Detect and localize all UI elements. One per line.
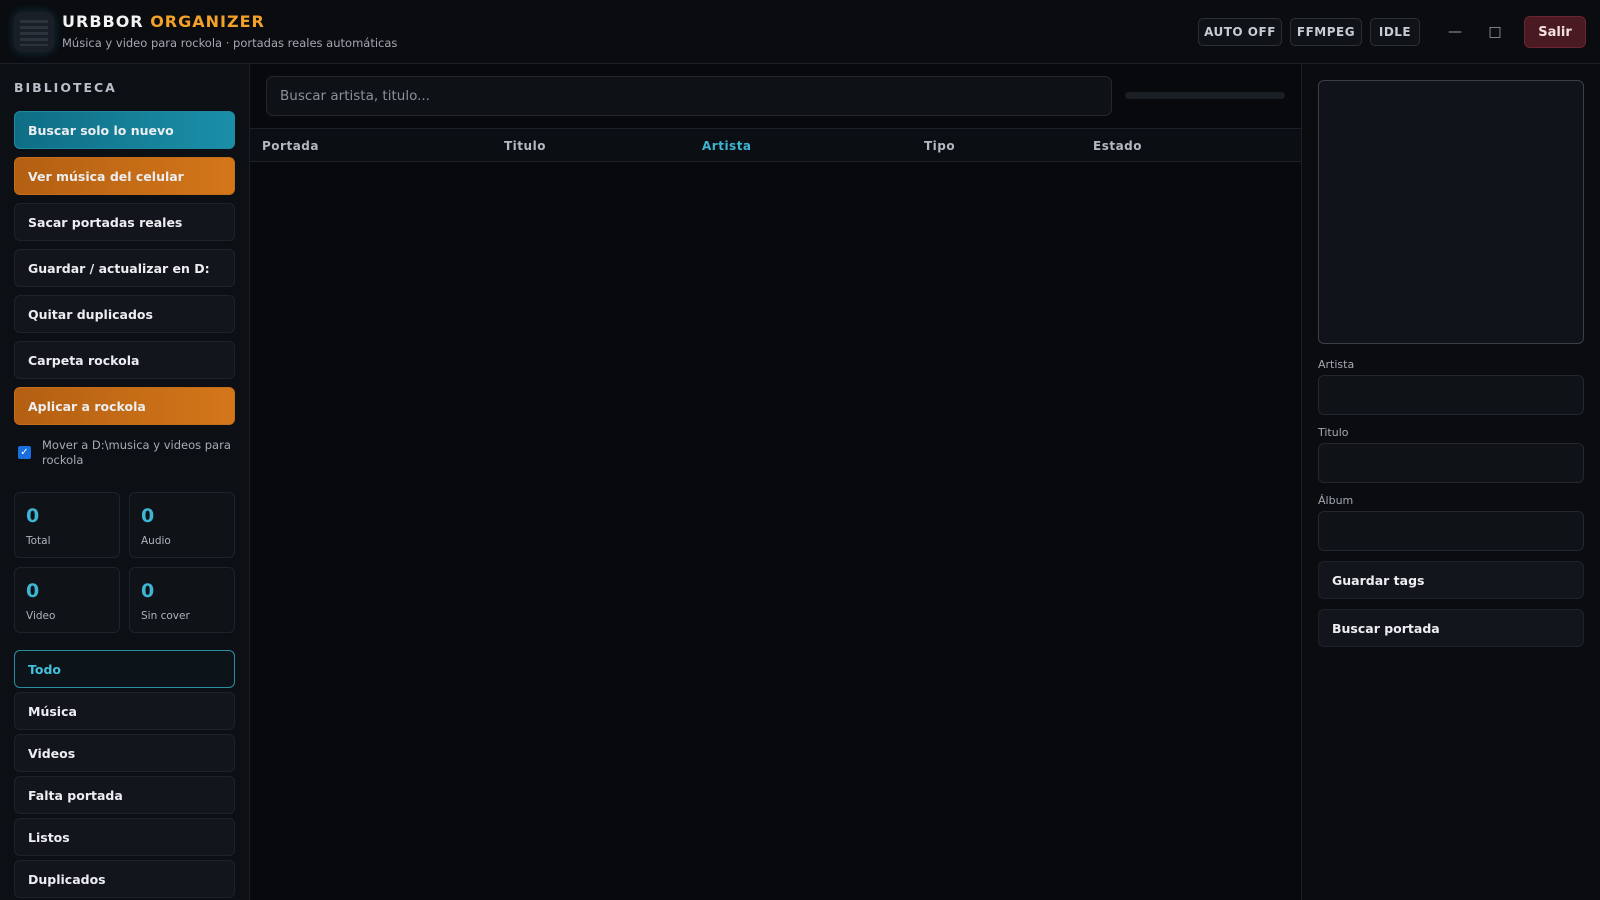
stat-value: 0 bbox=[141, 505, 155, 527]
apply-jukebox-button[interactable]: Aplicar a rockola bbox=[14, 387, 235, 425]
title-field-label: Titulo bbox=[1318, 426, 1349, 439]
filter-missing-cover[interactable]: Falta portada bbox=[14, 776, 235, 814]
app-title-part1: URBBOR bbox=[62, 12, 144, 31]
column-header-status[interactable]: Estado bbox=[1093, 139, 1142, 153]
app-header: URBBOR ORGANIZER Música y video para roc… bbox=[0, 0, 1600, 64]
move-checkbox-label: Mover a D:\musica y videos para rockola bbox=[42, 438, 231, 467]
column-header-cover[interactable]: Portada bbox=[262, 139, 319, 153]
save-update-button[interactable]: Guardar / actualizar en D: bbox=[14, 249, 235, 287]
sidebar: BIBLIOTECA Buscar solo lo nuevo Ver músi… bbox=[0, 64, 250, 900]
exit-button[interactable]: Salir bbox=[1524, 16, 1586, 48]
filter-ready[interactable]: Listos bbox=[14, 818, 235, 856]
app-title: URBBOR ORGANIZER bbox=[62, 12, 265, 31]
maximize-icon[interactable]: □ bbox=[1483, 20, 1507, 44]
artist-field[interactable] bbox=[1318, 375, 1584, 415]
stat-value: 0 bbox=[141, 580, 155, 602]
phone-music-button[interactable]: Ver música del celular bbox=[14, 157, 235, 195]
main-content: Buscar artista, titulo... Portada Titulo… bbox=[250, 64, 1301, 900]
column-header-title[interactable]: Titulo bbox=[504, 139, 546, 153]
stat-label: Total bbox=[26, 535, 51, 547]
app-logo-icon bbox=[14, 12, 54, 52]
app-subtitle: Música y video para rockola · portadas r… bbox=[62, 36, 398, 50]
filter-all[interactable]: Todo bbox=[14, 650, 235, 688]
save-tags-button[interactable]: Guardar tags bbox=[1318, 561, 1584, 599]
stat-label: Sin cover bbox=[141, 610, 190, 622]
album-field-label: Álbum bbox=[1318, 494, 1354, 507]
stat-label: Audio bbox=[141, 535, 171, 547]
cover-preview bbox=[1318, 80, 1584, 344]
remove-duplicates-button[interactable]: Quitar duplicados bbox=[14, 295, 235, 333]
filter-duplicates[interactable]: Duplicados bbox=[14, 860, 235, 898]
filter-videos[interactable]: Videos bbox=[14, 734, 235, 772]
filter-music[interactable]: Música bbox=[14, 692, 235, 730]
fetch-covers-button[interactable]: Sacar portadas reales bbox=[14, 203, 235, 241]
column-header-artist[interactable]: Artista bbox=[702, 139, 752, 153]
minimize-icon[interactable]: — bbox=[1443, 20, 1467, 44]
title-field[interactable] bbox=[1318, 443, 1584, 483]
search-input[interactable]: Buscar artista, titulo... bbox=[266, 76, 1112, 116]
column-header-type[interactable]: Tipo bbox=[924, 139, 955, 153]
stat-value: 0 bbox=[26, 580, 40, 602]
stat-value: 0 bbox=[26, 505, 40, 527]
library-section-title: BIBLIOTECA bbox=[14, 80, 117, 95]
table-header: Portada Titulo Artista Tipo Estado bbox=[250, 128, 1301, 162]
ffmpeg-status-pill[interactable]: FFMPEG bbox=[1290, 18, 1362, 46]
stat-card-video: 0 Video bbox=[14, 567, 120, 633]
stat-card-no-cover: 0 Sin cover bbox=[129, 567, 235, 633]
auto-toggle-pill[interactable]: AUTO OFF bbox=[1198, 18, 1282, 46]
move-checkbox[interactable]: ✓ bbox=[18, 446, 31, 459]
jukebox-folder-button[interactable]: Carpeta rockola bbox=[14, 341, 235, 379]
album-field[interactable] bbox=[1318, 511, 1584, 551]
stat-label: Video bbox=[26, 610, 56, 622]
stat-card-total: 0 Total bbox=[14, 492, 120, 558]
details-panel: Artista Titulo Álbum Guardar tags Buscar… bbox=[1301, 64, 1600, 900]
stat-card-audio: 0 Audio bbox=[129, 492, 235, 558]
app-title-part2: ORGANIZER bbox=[150, 12, 265, 31]
progress-bar bbox=[1125, 92, 1285, 99]
search-cover-button[interactable]: Buscar portada bbox=[1318, 609, 1584, 647]
idle-status-pill[interactable]: IDLE bbox=[1370, 18, 1420, 46]
artist-field-label: Artista bbox=[1318, 358, 1355, 371]
scan-new-button[interactable]: Buscar solo lo nuevo bbox=[14, 111, 235, 149]
